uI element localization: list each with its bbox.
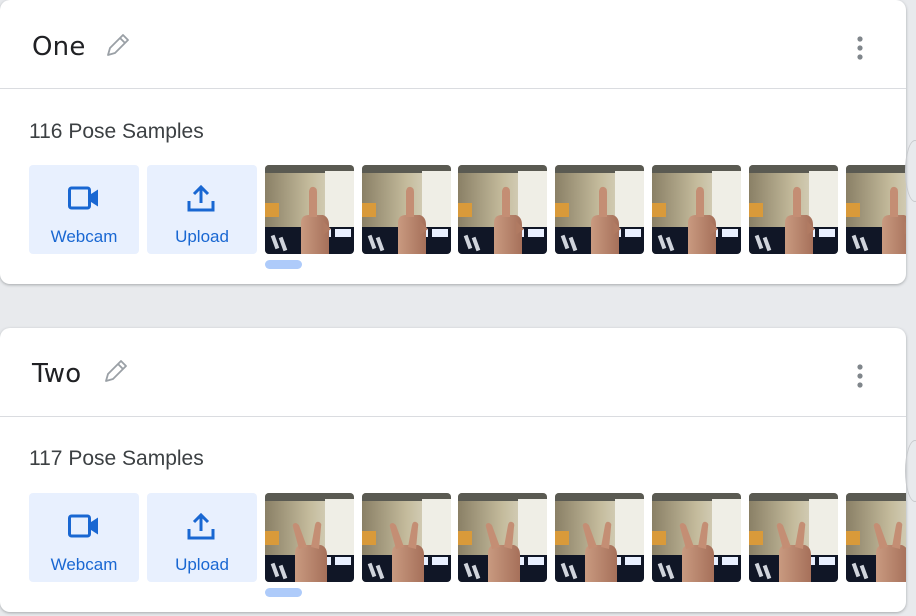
webcam-button[interactable]: Webcam	[29, 165, 139, 254]
more-vert-icon[interactable]	[850, 33, 870, 63]
scroll-indicator[interactable]	[265, 588, 302, 597]
sample-thumbnail[interactable]	[265, 493, 354, 582]
class-header: Two	[0, 328, 906, 417]
sample-thumbnail[interactable]	[846, 165, 906, 254]
sample-thumbnail[interactable]	[749, 165, 838, 254]
class-card-one: One 116 Pose Samples Webcam Upload	[0, 0, 906, 284]
card-edge-handle	[905, 140, 916, 202]
videocam-icon	[68, 186, 98, 210]
samples-count: 116 Pose Samples	[29, 120, 204, 143]
upload-button[interactable]: Upload	[147, 165, 257, 254]
sample-thumbnail[interactable]	[846, 493, 906, 582]
upload-label: Upload	[175, 555, 229, 574]
sample-thumbnail[interactable]	[458, 165, 547, 254]
webcam-button[interactable]: Webcam	[29, 493, 139, 582]
pencil-icon[interactable]	[101, 356, 131, 386]
sample-thumbnail[interactable]	[652, 493, 741, 582]
card-edge-handle	[905, 440, 916, 502]
pencil-icon[interactable]	[103, 30, 133, 60]
webcam-label: Webcam	[50, 555, 118, 574]
sample-thumbnail[interactable]	[555, 165, 644, 254]
webcam-label: Webcam	[50, 227, 118, 246]
sample-thumbnail[interactable]	[555, 493, 644, 582]
class-card-two: Two 117 Pose Samples Webcam Upload	[0, 328, 906, 612]
upload-label: Upload	[175, 227, 229, 246]
sample-thumbnail[interactable]	[749, 493, 838, 582]
sample-thumbnail[interactable]	[265, 165, 354, 254]
sample-thumbnail[interactable]	[652, 165, 741, 254]
sample-thumbnail[interactable]	[362, 493, 451, 582]
upload-icon	[187, 513, 215, 540]
upload-button[interactable]: Upload	[147, 493, 257, 582]
videocam-icon	[68, 514, 98, 538]
more-vert-icon[interactable]	[850, 361, 870, 391]
class-name[interactable]: Two	[32, 359, 81, 389]
samples-count: 117 Pose Samples	[29, 447, 204, 470]
sample-thumbnail[interactable]	[458, 493, 547, 582]
scroll-indicator[interactable]	[265, 260, 302, 269]
class-header: One	[0, 0, 906, 89]
sample-thumbnail[interactable]	[362, 165, 451, 254]
class-name[interactable]: One	[32, 32, 86, 62]
upload-icon	[187, 185, 215, 212]
